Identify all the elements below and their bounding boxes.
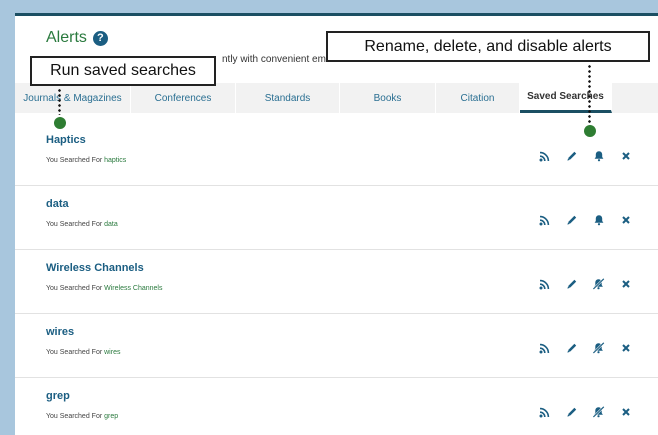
saved-search-query: You Searched For Wireless Channels [46,285,162,292]
saved-search-row: wires You Searched For wires [15,314,658,378]
callout-manage-alerts: Rename, delete, and disable alerts [326,31,650,62]
pencil-icon[interactable] [558,148,585,164]
saved-search-query: You Searched For wires [46,349,120,356]
tab-standards[interactable]: Standards [236,83,340,113]
saved-search-row: Haptics You Searched For haptics [15,122,658,186]
tab-saved-searches[interactable]: Saved Searches [520,83,612,113]
row-actions [531,276,639,292]
saved-search-title[interactable]: wires [46,326,74,338]
row-actions [531,212,639,228]
rss-icon[interactable] [531,148,558,164]
close-icon[interactable] [612,404,639,420]
tab-conferences[interactable]: Conferences [131,83,236,113]
query-term[interactable]: grep [104,413,118,420]
saved-search-query: You Searched For data [46,221,118,228]
help-icon[interactable]: ? [92,30,108,46]
bell-off-icon[interactable] [585,340,612,356]
query-term[interactable]: Wireless Channels [104,285,162,292]
row-actions [531,148,639,164]
saved-search-query: You Searched For haptics [46,157,126,164]
close-icon[interactable] [612,148,639,164]
tab-citation[interactable]: Citation [436,83,520,113]
callout-run-searches: Run saved searches [30,56,216,86]
tab-bar: Journals & Magazines Conferences Standar… [15,83,658,113]
row-actions [531,340,639,356]
callout-run-leader [58,88,61,115]
page-title-text: Alerts [46,29,87,46]
tab-journals-magazines[interactable]: Journals & Magazines [15,83,131,113]
close-icon[interactable] [612,276,639,292]
rss-icon[interactable] [531,340,558,356]
bell-icon[interactable] [585,148,612,164]
close-icon[interactable] [612,212,639,228]
query-prefix: You Searched For [46,221,103,228]
intro-text: ntly with convenient email [222,54,336,65]
pencil-icon[interactable] [558,404,585,420]
query-prefix: You Searched For [46,285,103,292]
saved-search-title[interactable]: data [46,198,69,210]
saved-search-row: grep You Searched For grep [15,378,658,435]
pencil-icon[interactable] [558,276,585,292]
page-title: Alerts ? [46,29,108,47]
row-actions [531,404,639,420]
query-term[interactable]: wires [104,349,120,356]
callout-manage-marker [584,125,596,137]
bell-off-icon[interactable] [585,276,612,292]
close-icon[interactable] [612,340,639,356]
query-term[interactable]: data [104,221,118,228]
saved-search-row: data You Searched For data [15,186,658,250]
rss-icon[interactable] [531,276,558,292]
saved-search-title[interactable]: grep [46,390,70,402]
saved-search-title[interactable]: Haptics [46,134,86,146]
bell-off-icon[interactable] [585,404,612,420]
query-prefix: You Searched For [46,157,103,164]
callout-manage-leader [588,64,591,124]
query-prefix: You Searched For [46,413,103,420]
bell-icon[interactable] [585,212,612,228]
tab-books[interactable]: Books [340,83,436,113]
pencil-icon[interactable] [558,340,585,356]
query-prefix: You Searched For [46,349,103,356]
rss-icon[interactable] [531,212,558,228]
saved-search-title[interactable]: Wireless Channels [46,262,144,274]
callout-run-marker [54,117,66,129]
query-term[interactable]: haptics [104,157,126,164]
saved-search-query: You Searched For grep [46,413,118,420]
saved-search-row: Wireless Channels You Searched For Wirele… [15,250,658,314]
rss-icon[interactable] [531,404,558,420]
pencil-icon[interactable] [558,212,585,228]
